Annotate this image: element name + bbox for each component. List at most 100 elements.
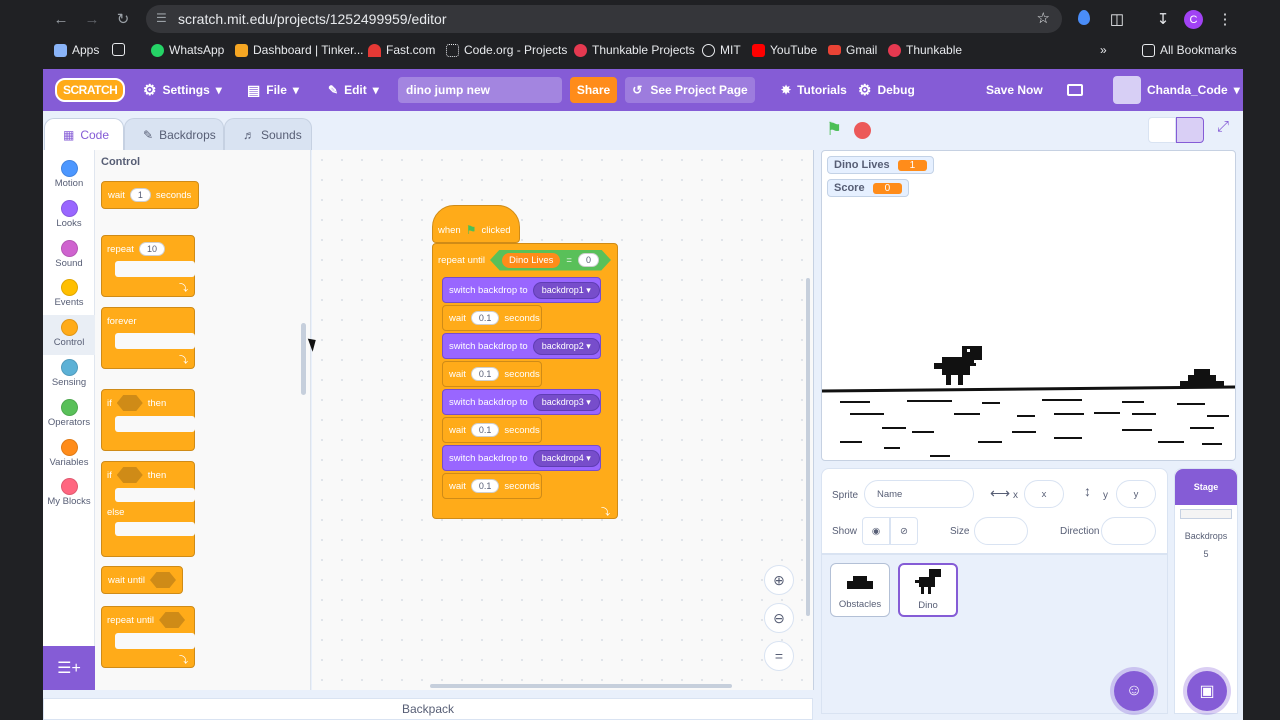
site-info-icon[interactable]: ☰ [156,11,167,25]
edit-menu[interactable]: ✎ Edit ▾ [328,69,379,111]
back-icon[interactable]: ← [49,7,73,31]
category-events[interactable]: Events [43,275,95,315]
zoom-reset-button[interactable]: = [764,641,794,671]
bookmark-thunkable[interactable]: Thunkable [888,43,962,57]
choose-sprite-button[interactable]: ☺ [1114,671,1154,711]
category-looks[interactable]: Looks [43,196,95,236]
choose-backdrop-button[interactable]: ▣ [1187,671,1227,711]
backdrop-dropdown[interactable]: backdrop3 ▾ [532,393,600,411]
repeat-input[interactable]: 10 [138,242,165,256]
settings-menu[interactable]: ⚙ Settings ▾ [143,69,222,111]
add-extension-button[interactable]: ☰+ [43,646,95,690]
zoom-out-button[interactable]: ⊖ [764,603,794,633]
account-menu[interactable]: Chanda_Code ▾ [1113,69,1240,111]
y-input[interactable]: y [1116,480,1156,508]
more-bookmarks-icon[interactable]: » [1100,43,1107,57]
category-control[interactable]: Control [43,315,95,356]
wait-input[interactable]: 1 [129,188,151,202]
browser-menu-icon[interactable]: ⋮ [1213,7,1237,31]
wait-input[interactable]: 0.1 [470,479,500,493]
backpack-bar[interactable]: Backpack [43,698,813,720]
zoom-in-button[interactable]: ⊕ [764,565,794,595]
bookmark-apps[interactable]: Apps [54,43,99,57]
project-title-input[interactable]: dino jump new [398,77,562,103]
fullscreen-icon[interactable]: ⤢ [1210,118,1236,142]
see-project-page-button[interactable]: ↺ See Project Page [625,77,755,103]
bookmark-whatsapp[interactable]: WhatsApp [151,43,224,57]
switch-backdrop-block[interactable]: switch backdrop to backdrop1 ▾ [442,277,601,303]
stage-selector[interactable]: Stage Backdrops 5 ▣ [1174,468,1238,714]
sprite-card-dino[interactable]: Dino [898,563,958,617]
profile-avatar[interactable]: C [1184,10,1203,29]
compare-value-input[interactable]: 0 [577,253,599,267]
palette-scrollbar[interactable] [301,323,306,395]
category-variables[interactable]: Variables [43,435,95,475]
extensions-icon[interactable]: ◫ [1105,7,1129,31]
size-input[interactable] [974,517,1028,545]
tab-backdrops[interactable]: ✎ Backdrops [124,118,224,150]
bookmark-youtube[interactable]: YouTube [752,43,817,57]
condition-slot[interactable] [149,572,176,588]
debug-button[interactable]: ⚙ Debug [858,69,915,111]
direction-input[interactable] [1101,517,1156,545]
tab-code[interactable]: ▦ Code [44,118,124,150]
wait-input[interactable]: 0.1 [470,367,500,381]
category-my-blocks[interactable]: My Blocks [43,474,95,514]
backdrop-dropdown[interactable]: backdrop1 ▾ [532,281,600,299]
equals-operator[interactable]: Dino Lives = 0 [490,249,611,271]
scratch-logo[interactable]: SCRATCH [55,69,126,111]
forward-icon[interactable]: → [80,7,104,31]
sprite-card-obstacles[interactable]: Obstacles [830,563,890,617]
category-operators[interactable]: Operators [43,395,95,435]
file-menu[interactable]: ▤ File ▾ [247,69,299,111]
bookmark-tinkercad[interactable]: Dashboard | Tinker... [235,43,364,57]
script-workspace[interactable]: when ⚑ clicked repeat until Dino Lives = 0… [312,150,814,690]
tab-sounds[interactable]: ♬ Sounds [224,118,312,150]
backdrop-dropdown[interactable]: backdrop2 ▾ [532,337,600,355]
workspace-h-scrollbar[interactable] [430,684,732,688]
bookmark-gmail[interactable]: Gmail [828,43,877,57]
show-eye-icon[interactable]: ◉ [862,517,890,545]
bookmark-codeorg[interactable]: Code.org - Projects [446,43,567,57]
category-sensing[interactable]: Sensing [43,355,95,395]
download-icon[interactable]: ↧ [1151,7,1175,31]
wait-block[interactable]: wait 0.1 seconds [442,417,542,443]
wait-block[interactable]: wait 0.1 seconds [442,305,542,331]
address-bar[interactable]: ☰ scratch.mit.edu/projects/1252499959/ed… [146,5,1062,33]
hide-eye-icon[interactable]: ⊘ [890,517,918,545]
normal-stage-icon[interactable] [1176,117,1204,143]
switch-backdrop-block[interactable]: switch backdrop to backdrop2 ▾ [442,333,601,359]
dino-lives-reporter[interactable]: Dino Lives [502,252,561,268]
bookmark-thunkable-projects[interactable]: Thunkable Projects [574,43,695,57]
tutorials-button[interactable]: ✸ Tutorials [781,69,847,111]
wait-input[interactable]: 0.1 [470,311,500,325]
palette-wait-block[interactable]: wait 1 seconds [101,181,199,209]
reload-icon[interactable]: ↻ [111,7,135,31]
bookmark-mit[interactable]: MIT [702,43,741,57]
backdrop-dropdown[interactable]: backdrop4 ▾ [532,449,600,467]
wait-block[interactable]: wait 0.1 seconds [442,361,542,387]
my-stuff-folder-icon[interactable] [1067,69,1083,111]
save-now-button[interactable]: Save Now [986,69,1043,111]
switch-backdrop-block[interactable]: switch backdrop to backdrop4 ▾ [442,445,601,471]
sprite-name-input[interactable]: Name [864,480,974,508]
stage-canvas[interactable]: Dino Lives 1 Score 0 [821,150,1236,461]
category-motion[interactable]: Motion [43,156,95,196]
wait-input[interactable]: 0.1 [470,423,500,437]
switch-backdrop-block[interactable]: switch backdrop to backdrop3 ▾ [442,389,601,415]
extension-drop-icon[interactable] [1078,10,1090,25]
tab-grid-icon[interactable] [112,43,125,56]
condition-slot[interactable] [159,612,186,628]
small-stage-icon[interactable] [1148,117,1176,143]
wait-block[interactable]: wait 0.1 seconds [442,473,542,499]
bookmark-fast[interactable]: Fast.com [368,43,435,57]
all-bookmarks[interactable]: All Bookmarks [1142,43,1237,57]
green-flag-icon[interactable]: ⚑ [826,119,842,140]
palette-wait-until-block[interactable]: wait until [101,566,183,594]
workspace-v-scrollbar[interactable] [806,278,810,616]
x-input[interactable]: x [1024,480,1064,508]
condition-slot[interactable] [116,395,143,411]
category-sound[interactable]: Sound [43,236,95,276]
share-button[interactable]: Share [570,77,617,103]
bookmark-star-icon[interactable]: ☆ [1037,9,1050,27]
